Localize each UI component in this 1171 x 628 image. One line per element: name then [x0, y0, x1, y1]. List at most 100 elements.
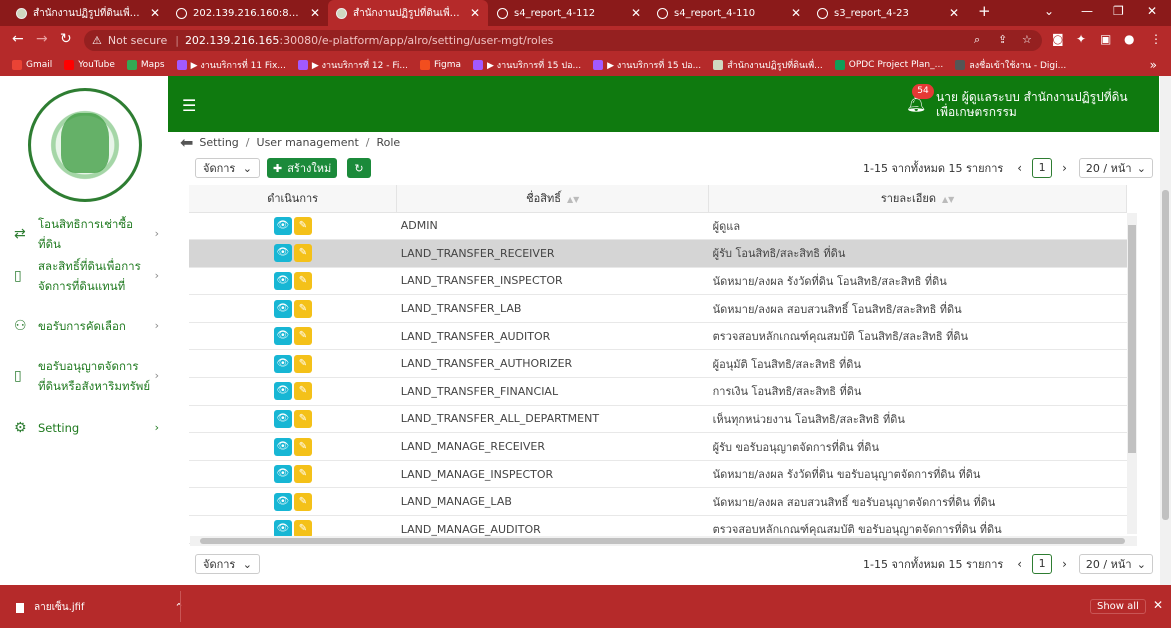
- close-tab-icon[interactable]: ✕: [949, 6, 959, 20]
- close-shelf-icon[interactable]: ✕: [1153, 598, 1163, 612]
- table-vertical-scrollbar[interactable]: [1127, 213, 1137, 534]
- back-icon[interactable]: ←: [12, 31, 24, 47]
- breadcrumb-user-management[interactable]: User management: [257, 136, 359, 149]
- edit-pencil-icon[interactable]: ✎: [293, 382, 312, 401]
- sidebar-item-land-transfer[interactable]: ⇄ โอนสิทธิการเช่าซื้อที่ดิน ›: [14, 214, 159, 254]
- table-row[interactable]: 👁︎ ✎ LAND_MANAGE_INSPECTOR นัดหมาย/ลงผล รัง…: [189, 460, 1127, 489]
- table-row[interactable]: 👁︎ ✎ LAND_TRANSFER_AUDITOR ตรวจสอบหลักเกณฑ์…: [189, 322, 1127, 351]
- edit-pencil-icon[interactable]: ✎: [293, 216, 312, 235]
- column-header-role-name[interactable]: ชื่อสิทธิ์ ▲▼: [396, 185, 710, 213]
- back-arrow-icon[interactable]: ⬅: [180, 133, 193, 152]
- user-name[interactable]: นาย ผู้ดูแลระบบ สำนักงานปฏิรูปที่ดินเพื่…: [936, 90, 1146, 120]
- edit-pencil-icon[interactable]: ✎: [293, 327, 312, 346]
- edit-pencil-icon[interactable]: ✎: [293, 271, 312, 290]
- table-row[interactable]: 👁︎ ✎ LAND_TRANSFER_AUTHORIZER ผู้อนุมัติ โอ…: [189, 349, 1127, 379]
- view-eye-icon[interactable]: 👁︎: [273, 327, 292, 346]
- share-icon[interactable]: ⇪: [998, 33, 1007, 46]
- close-tab-icon[interactable]: ✕: [150, 6, 160, 20]
- close-window-icon[interactable]: ✕: [1147, 4, 1157, 18]
- table-row[interactable]: 👁︎ ✎ LAND_TRANSFER_FINANCIAL การเงิน โอนสิท…: [189, 377, 1127, 406]
- url-field[interactable]: ⚠ Not secure | 202.139.216.165 :30080/e-…: [84, 30, 1042, 51]
- table-row[interactable]: 👁︎ ✎ LAND_TRANSFER_RECEIVER ผู้รับ โอนสิทธิ…: [189, 239, 1127, 268]
- view-eye-icon[interactable]: 👁︎: [273, 437, 292, 456]
- refresh-button[interactable]: ↻: [347, 158, 371, 178]
- table-row[interactable]: 👁︎ ✎ LAND_MANAGE_LAB นัดหมาย/ลงผล สอบสวนสิท…: [189, 487, 1127, 517]
- view-eye-icon[interactable]: 👁︎: [273, 271, 292, 290]
- reload-icon[interactable]: ↻: [60, 31, 72, 47]
- page-scrollbar[interactable]: [1160, 76, 1171, 585]
- view-eye-icon[interactable]: 👁︎: [273, 382, 292, 401]
- view-eye-icon[interactable]: 👁︎: [273, 409, 292, 428]
- bookmark-item[interactable]: สำนักงานปฏิรูปที่ดินเพื่...: [713, 58, 823, 72]
- table-row[interactable]: 👁︎ ✎ LAND_TRANSFER_ALL_DEPARTMENT เห็นทุกหน…: [189, 405, 1127, 434]
- close-tab-icon[interactable]: ✕: [470, 6, 480, 20]
- view-eye-icon[interactable]: 👁︎: [273, 492, 292, 511]
- edit-pencil-icon[interactable]: ✎: [293, 354, 312, 373]
- current-page[interactable]: 1: [1032, 554, 1053, 574]
- view-eye-icon[interactable]: 👁︎: [273, 299, 292, 318]
- sidebar-item-waive-rights[interactable]: ▯ สละสิทธิ์ที่ดินเพื่อการจัดการที่ดินแทน…: [14, 256, 159, 296]
- bookmarks-overflow-icon[interactable]: »: [1150, 58, 1157, 72]
- page-size-select[interactable]: 20 / หน้า ⌄: [1078, 554, 1153, 574]
- bookmark-item[interactable]: Maps: [126, 60, 165, 70]
- new-tab-button[interactable]: +: [978, 2, 991, 20]
- close-tab-icon[interactable]: ✕: [310, 6, 320, 20]
- table-horizontal-scrollbar[interactable]: [190, 536, 1137, 546]
- close-tab-icon[interactable]: ✕: [631, 6, 641, 20]
- table-row[interactable]: 👁︎ ✎ LAND_TRANSFER_INSPECTOR นัดหมาย/ลงผล ร…: [189, 267, 1127, 296]
- prev-page-icon[interactable]: ‹: [1017, 161, 1022, 175]
- camera-icon[interactable]: ◙: [1052, 32, 1064, 46]
- minimize-icon[interactable]: —: [1081, 4, 1093, 18]
- edit-pencil-icon[interactable]: ✎: [293, 299, 312, 318]
- next-page-icon[interactable]: ›: [1062, 161, 1067, 175]
- profile-icon[interactable]: ●: [1124, 32, 1134, 46]
- menu-toggle-icon[interactable]: ☰: [182, 96, 196, 115]
- bookmark-item[interactable]: ลงชื่อเข้าใช้งาน - Digi...: [955, 58, 1066, 72]
- bookmark-item[interactable]: ▶ งานบริการที่ 11 Fix...: [176, 58, 286, 72]
- browser-tab[interactable]: s3_report_4-23 ✕: [809, 0, 967, 26]
- edit-pencil-icon[interactable]: ✎: [293, 244, 312, 263]
- bookmark-item[interactable]: OPDC Project Plan_...: [834, 60, 943, 70]
- tab-search-icon[interactable]: ⌄: [1044, 4, 1054, 18]
- browser-tab[interactable]: s4_report_4-110 ✕: [649, 0, 809, 26]
- column-header-description[interactable]: รายละเอียด ▲▼: [708, 185, 1127, 213]
- download-item[interactable]: ลายเซ็น.jfif ⌃: [16, 600, 184, 615]
- browser-tab[interactable]: สำนักงานปฏิรูปที่ดินเพื่อเกษตรก ✕: [328, 0, 488, 26]
- manage-dropdown[interactable]: จัดการ ⌄: [195, 158, 260, 178]
- sidebar-item-setting[interactable]: ⚙ Setting ›: [14, 418, 159, 438]
- bookmark-item[interactable]: ▶ งานบริการที่ 15 ปอ...: [473, 58, 581, 72]
- view-eye-icon[interactable]: 👁︎: [273, 216, 292, 235]
- browser-tab[interactable]: สำนักงานปฏิรูปที่ดินเพื่อเกษตรก ✕: [8, 0, 168, 26]
- browser-menu-icon[interactable]: ⋮: [1150, 32, 1162, 46]
- sidebar-item-land-permit[interactable]: ▯ ขอรับอนุญาตจัดการที่ดินหรือสังหาริมทรั…: [14, 356, 159, 396]
- table-row[interactable]: 👁︎ ✎ ADMIN ผู้ดูแล: [189, 212, 1127, 241]
- browser-tab[interactable]: s4_report_4-112 ✕: [489, 0, 649, 26]
- sidebar-item-selection[interactable]: ⚇ ขอรับการคัดเลือก ›: [14, 316, 159, 336]
- create-new-button[interactable]: ✚ สร้างใหม่: [267, 158, 338, 178]
- next-page-icon[interactable]: ›: [1062, 557, 1067, 571]
- view-eye-icon[interactable]: 👁︎: [273, 354, 292, 373]
- prev-page-icon[interactable]: ‹: [1017, 557, 1022, 571]
- bookmark-item[interactable]: ▶ งานบริการที่ 15 ปอ...: [593, 58, 701, 72]
- restore-icon[interactable]: ❐: [1113, 4, 1124, 18]
- page-size-select[interactable]: 20 / หน้า ⌄: [1078, 158, 1153, 178]
- forward-icon[interactable]: →: [36, 31, 48, 47]
- edit-pencil-icon[interactable]: ✎: [293, 437, 312, 456]
- edit-pencil-icon[interactable]: ✎: [293, 492, 312, 511]
- edit-pencil-icon[interactable]: ✎: [293, 465, 312, 484]
- table-row[interactable]: 👁︎ ✎ LAND_TRANSFER_LAB นัดหมาย/ลงผล สอบสวนส…: [189, 294, 1127, 323]
- close-tab-icon[interactable]: ✕: [791, 6, 801, 20]
- view-eye-icon[interactable]: 👁︎: [273, 465, 292, 484]
- bookmark-item[interactable]: Gmail: [12, 60, 52, 70]
- bookmark-item[interactable]: ▶ งานบริการที่ 12 - Fi...: [297, 58, 408, 72]
- edit-pencil-icon[interactable]: ✎: [293, 409, 312, 428]
- view-eye-icon[interactable]: 👁︎: [273, 244, 292, 263]
- show-all-button[interactable]: Show all: [1090, 599, 1146, 614]
- current-page[interactable]: 1: [1032, 158, 1053, 178]
- browser-tab[interactable]: 202.139.216.160:8019/Sma ✕: [168, 0, 328, 26]
- breadcrumb-setting[interactable]: Setting: [199, 136, 238, 149]
- bookmark-item[interactable]: YouTube: [64, 60, 115, 70]
- zoom-icon[interactable]: ⌕: [974, 33, 980, 47]
- extensions-icon[interactable]: ✦: [1076, 32, 1086, 46]
- table-row[interactable]: 👁︎ ✎ LAND_MANAGE_RECEIVER ผู้รับ ขอรับอนุญา…: [189, 432, 1127, 461]
